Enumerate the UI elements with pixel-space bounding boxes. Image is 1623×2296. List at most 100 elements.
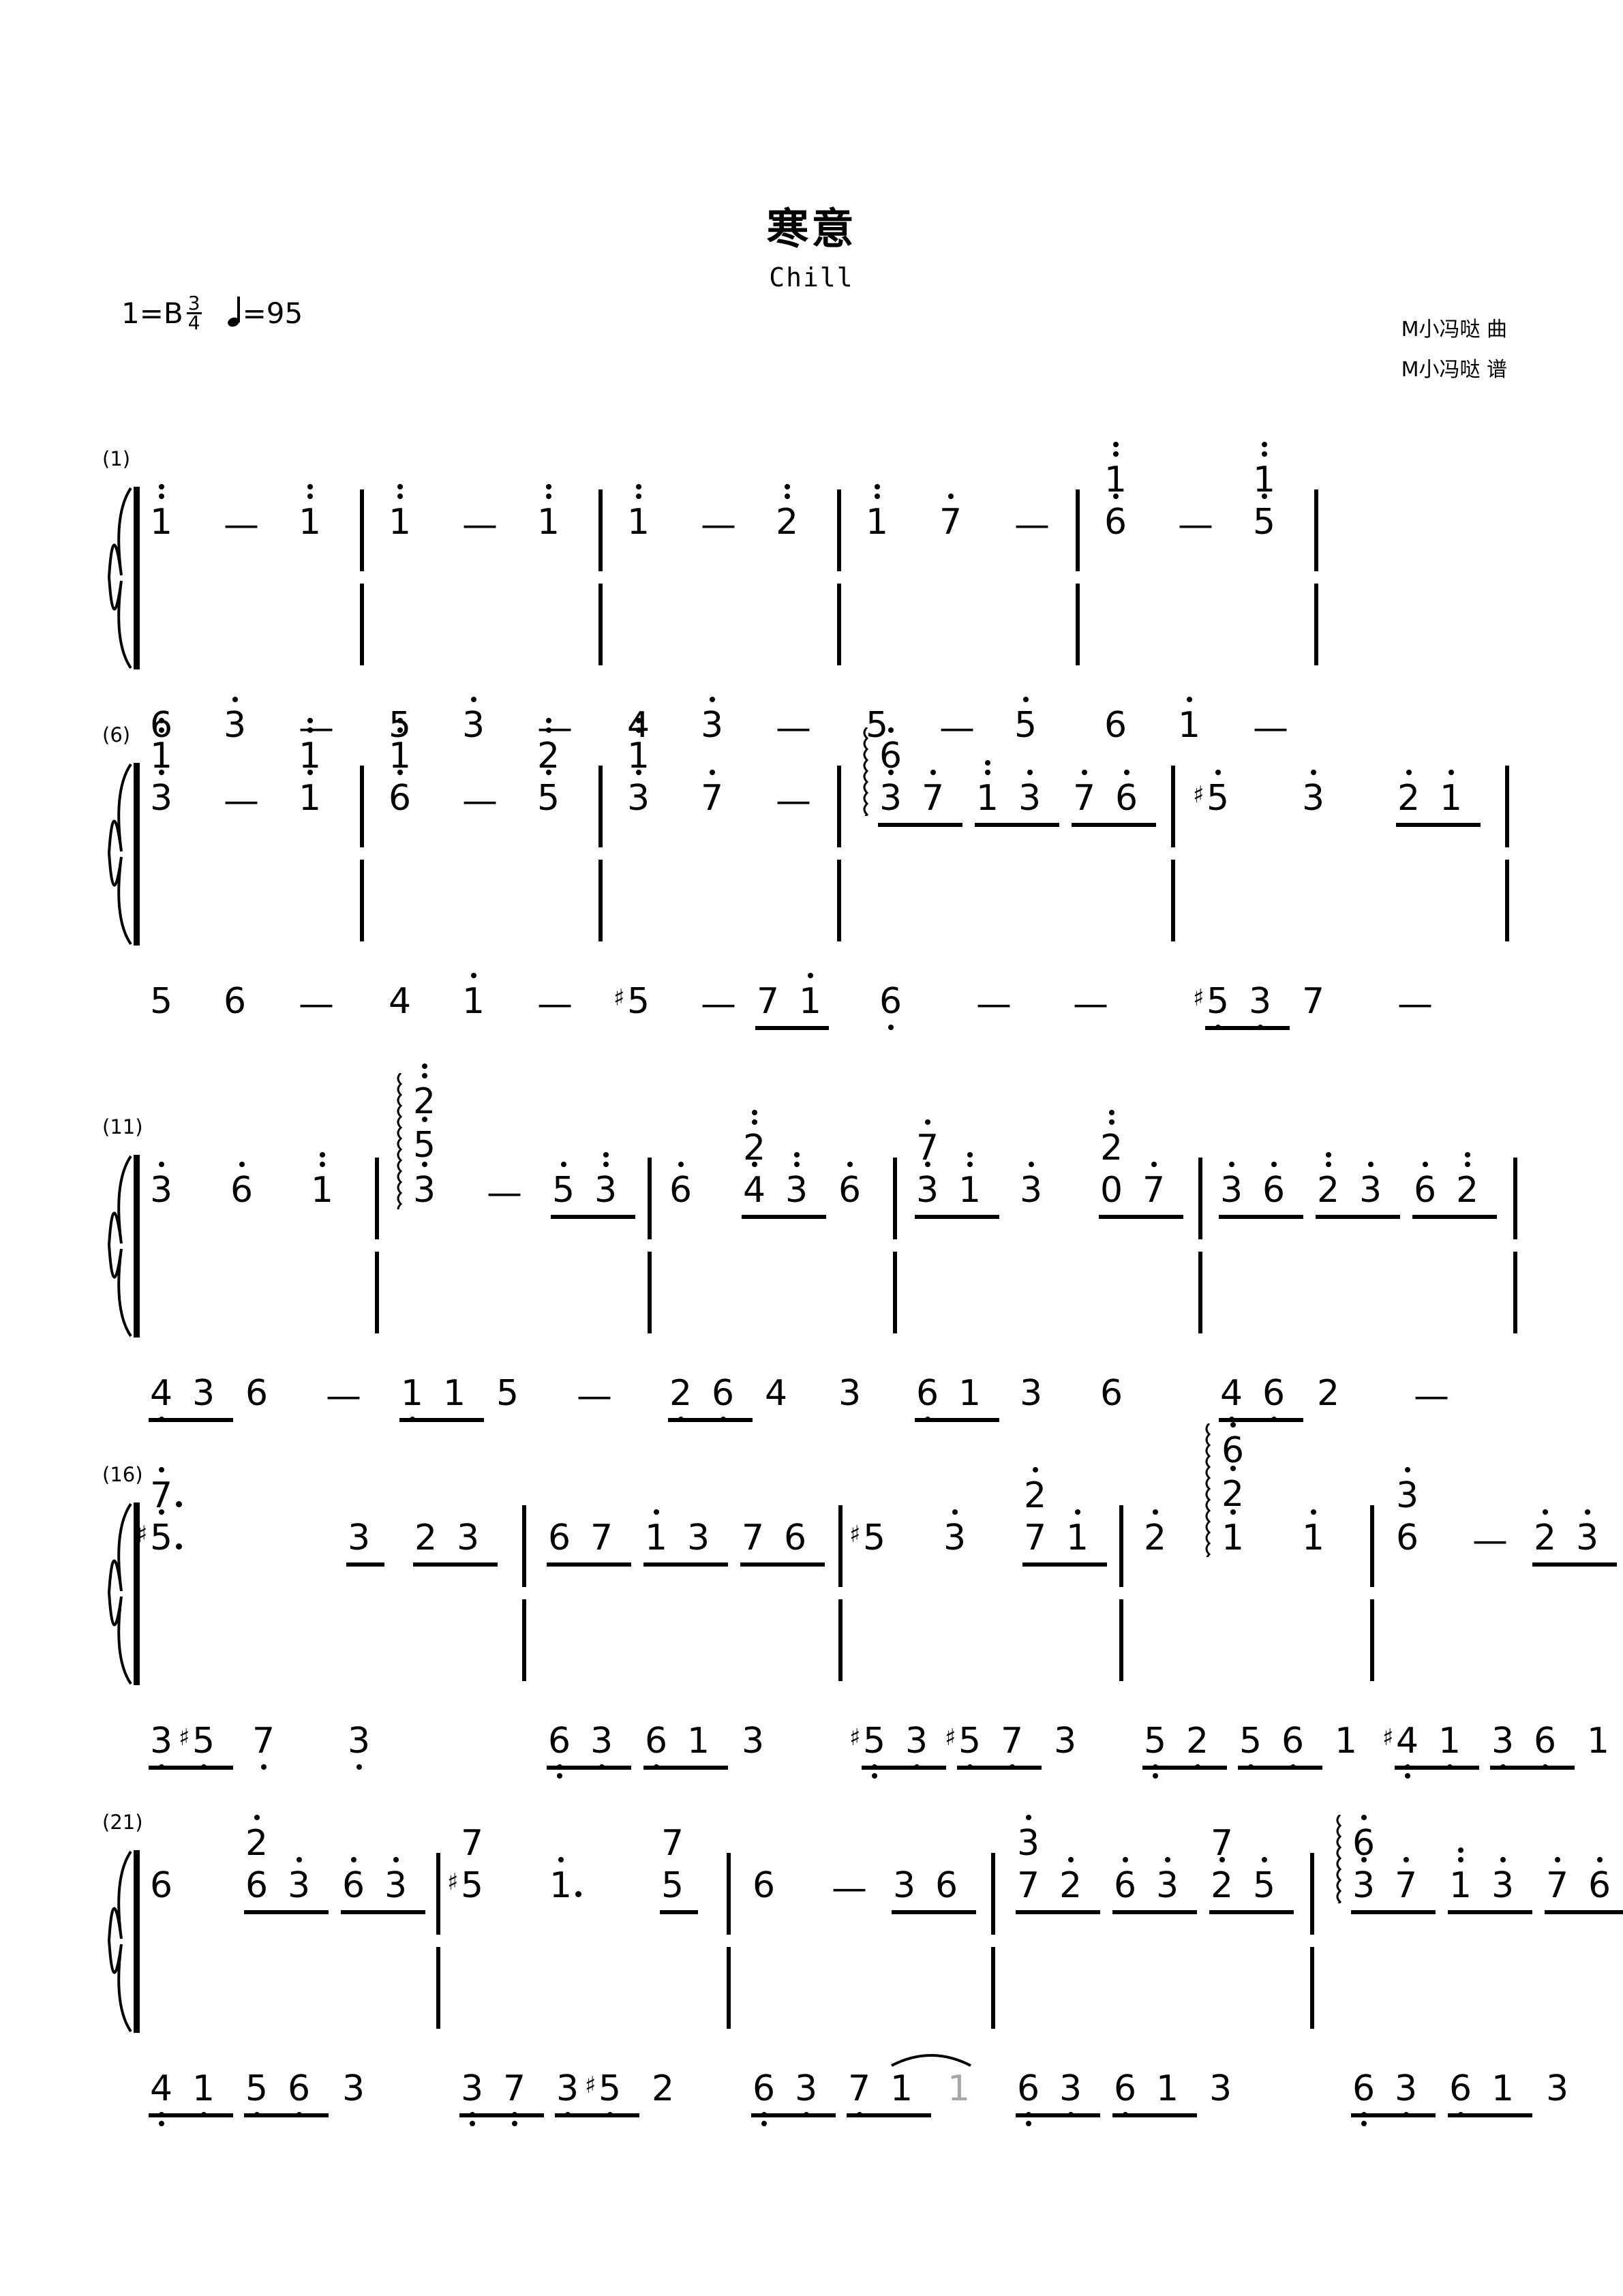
note-number: 5 ♯ [1193, 984, 1229, 1030]
barline [436, 1947, 440, 2029]
note-value: 2 [1144, 1509, 1166, 1556]
note-number: 5 ♯ [447, 1868, 483, 1903]
note-number: 5 [1253, 1857, 1275, 1903]
note-number: 1 [687, 1723, 710, 1759]
note-value: 6 [389, 770, 411, 816]
note-number: 3 [590, 1723, 613, 1770]
beam-line [878, 823, 962, 827]
sharp-icon: ♯ [1193, 984, 1204, 1012]
note-number: 1 [299, 718, 321, 774]
note-number: 3 [701, 697, 723, 743]
sustain-dash: — [701, 504, 736, 545]
note-value: 5 [1144, 1723, 1166, 1779]
octave-dot-high [158, 727, 164, 733]
sharp-icon: ♯ [613, 984, 625, 1012]
note-value: 2 [413, 1063, 436, 1119]
barline [1171, 860, 1175, 941]
octave-dot-high [560, 1162, 566, 1167]
note-value: 6 [669, 1162, 692, 1208]
barline [598, 489, 603, 571]
barline [360, 489, 364, 571]
note-value: 7 [742, 1517, 765, 1558]
barline [1314, 584, 1318, 665]
note-number: 3 [1396, 1467, 1419, 1513]
note-number: 1 [311, 1152, 333, 1208]
note-number: 3 [905, 1723, 928, 1770]
piano-brace [107, 763, 135, 946]
tie-slur [890, 2049, 972, 2070]
octave-dot-high [421, 1063, 427, 1069]
note-value: 6 [838, 1162, 861, 1208]
barline [838, 1505, 843, 1587]
note-number: 2 [669, 1376, 692, 1422]
note-number: 2 [1024, 1467, 1046, 1513]
sustain-dash: — [1414, 1376, 1449, 1417]
beam-line [975, 823, 1059, 827]
note-value: 1 [1222, 1509, 1244, 1556]
octave-dot-high [397, 727, 403, 733]
octave-dot-high [1361, 1815, 1367, 1820]
octave-dot-low [1404, 1773, 1410, 1779]
note-value: 6 [245, 1865, 269, 1906]
note-value: 6 [879, 984, 902, 1030]
note-number: 5 [1014, 697, 1037, 743]
octave-dot-high [239, 1162, 245, 1167]
octave-dot-high [158, 494, 164, 499]
note-number: 7 [150, 1467, 172, 1513]
octave-dot-high [635, 494, 641, 499]
note-number: 6 [1114, 2071, 1136, 2117]
note-number: 3 [348, 1723, 370, 1770]
note-number: 2 [1100, 1110, 1123, 1166]
note-number: 6 [1396, 1520, 1419, 1556]
note-value: 5 ♯ [179, 1723, 215, 1770]
note-value: 3 [288, 1857, 310, 1903]
beam-line [1448, 2113, 1532, 2117]
octave-dot-high [158, 1162, 164, 1167]
note-number: 2 [413, 1063, 436, 1119]
octave-dot-high [1464, 1162, 1470, 1167]
octave-dot-high [307, 727, 313, 733]
note-number: 1 [401, 1376, 423, 1422]
note-value: 5 ♯ [1193, 984, 1229, 1030]
note-number: 2 [537, 718, 560, 774]
note-number: 4 [743, 1162, 765, 1208]
note-value: 2 [1024, 1467, 1046, 1513]
note-value: 6 [1534, 1723, 1556, 1770]
note-value: 1 [1104, 442, 1127, 498]
note-number: 7 [742, 1520, 764, 1556]
barline [991, 1947, 995, 2029]
octave-dot-high [784, 484, 790, 489]
note-value: 3 [1396, 1467, 1419, 1513]
note-number: 6 [288, 2071, 310, 2117]
augmentation-dot [575, 1891, 581, 1897]
octave-dot-high [984, 760, 990, 766]
note-number: 2 [1317, 1376, 1339, 1411]
octave-dot-high [1310, 1509, 1316, 1515]
note-number: 1 [1222, 1509, 1244, 1556]
octave-dot-high [1215, 770, 1221, 775]
note-number: 2 [1534, 1509, 1556, 1556]
note-number: 1 [1066, 1509, 1089, 1556]
note-number: 3 [1546, 2071, 1568, 2106]
octave-dot-high [158, 484, 164, 489]
octave-dot-high [1406, 770, 1412, 775]
sustain-dash: — [224, 781, 259, 821]
note-value: 3 [1054, 1721, 1077, 1762]
note-number: 5 ♯ [179, 1723, 215, 1770]
note-number: 5 [245, 2071, 268, 2117]
note-value: 3 [687, 1517, 710, 1558]
note-number: 3 [150, 1162, 172, 1208]
sustain-dash: — [537, 984, 573, 1025]
note-value: 4 ♯ [1382, 1723, 1419, 1779]
octave-dot-high [947, 494, 954, 499]
note-value: 3 [224, 697, 246, 743]
system-barline [134, 487, 140, 669]
octave-dot-low [1152, 1773, 1158, 1779]
octave-dot-high [1164, 1857, 1170, 1862]
barline [598, 860, 603, 941]
note-value: 6 [1449, 2071, 1472, 2117]
note-value: 3 [1352, 1857, 1375, 1903]
note-number: 5 ♯ [945, 1723, 981, 1770]
barline [1076, 489, 1080, 571]
octave-dot-high [393, 1857, 399, 1862]
